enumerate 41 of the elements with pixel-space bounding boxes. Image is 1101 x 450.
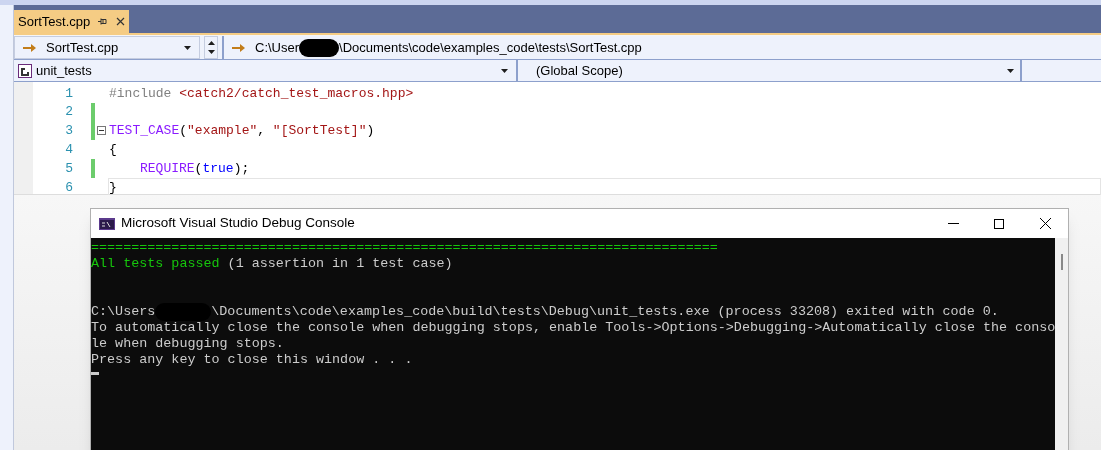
arrow-icon [232,42,245,53]
console-text: Press any key to close this window . . . [91,352,413,368]
console-app-icon [99,217,115,230]
redaction-blot [299,38,340,57]
window-title: Microsoft Visual Studio Debug Console [121,214,356,233]
line-number: 1 [64,84,73,103]
console-text: ============================================================================== [91,240,718,256]
spinner-buttons[interactable] [204,36,218,59]
console-text: \Documents\code\examples_code\build\tests\Debug\unit_tests.exe (process 33208) exited with code 0. [211,304,999,320]
file-path: C:\User [255,38,300,57]
line-number: 6 [64,178,73,197]
dropdown-caret-icon [1007,68,1014,73]
line-number: 2 [64,103,73,122]
close-icon[interactable] [116,17,126,26]
code-text: } [109,178,117,197]
console-text: C:\Users [91,304,156,320]
line-number: 3 [64,122,73,141]
class-icon [18,63,32,78]
arrow-icon [23,42,36,53]
line-number: 4 [64,141,73,160]
dropdown-caret-icon [184,45,191,50]
document-tab[interactable]: SortTest.cpp [14,10,130,33]
code-text: REQUIRE(true); [139,159,250,178]
close-icon [1039,218,1051,229]
console-text: le when debugging stops. [91,336,284,352]
dropdown-caret-icon [501,68,508,73]
scrollbar[interactable] [1055,238,1068,450]
pin-icon[interactable] [98,17,109,26]
line-number: 5 [64,159,73,178]
collapse-icon[interactable] [97,126,106,136]
file-path: \Documents\code\examples_code\tests\SortTest.cpp [339,38,642,57]
code-text: TEST_CASE("example", "[SortTest]") [109,122,375,141]
text-cursor [91,372,99,375]
minimize-icon [947,223,959,224]
file-dropdown[interactable]: SortTest.cpp [14,36,200,59]
console-text: All tests passed [91,256,220,272]
console-text: (1 assertion in 1 test case) [226,256,453,272]
console-text: To automatically close the console when debugging stops, enable Tools->Options->Debugging->Automatically close the conso [91,320,1056,336]
code-text: #include <catch2/catch_test_macros.hpp> [109,84,414,103]
maximize-icon [994,218,1004,229]
code-text: { [109,141,117,160]
